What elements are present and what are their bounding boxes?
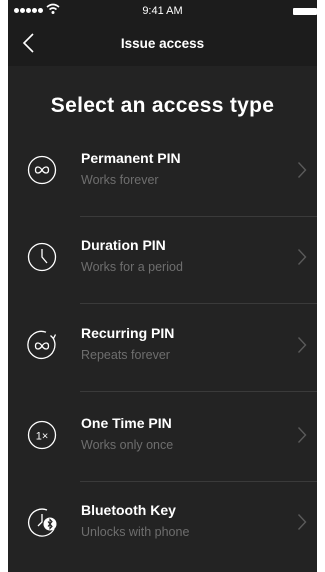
page-title: Select an access type xyxy=(50,94,275,117)
option-one-time-pin[interactable]: 1× One Time PIN Works only once xyxy=(8,395,317,482)
chevron-right-icon xyxy=(297,514,307,530)
chevron-right-icon xyxy=(297,162,307,178)
option-label: Recurring PIN xyxy=(81,325,175,341)
status-time: 9:41 AM xyxy=(142,5,183,17)
navigation-bar: Issue access xyxy=(8,22,317,66)
clock-icon xyxy=(27,242,57,272)
option-duration-pin[interactable]: Duration PIN Works for a period xyxy=(8,217,317,304)
status-bar: 9:41 AM xyxy=(8,0,317,22)
option-permanent-pin[interactable]: Permanent PIN Works forever xyxy=(8,130,317,217)
option-label: Permanent PIN xyxy=(81,150,181,166)
option-subtitle: Works only once xyxy=(81,438,174,452)
access-type-list: Select an access type Permanent PIN Work… xyxy=(8,66,317,572)
bluetooth-clock-icon xyxy=(27,508,57,537)
one-time-icon: 1× xyxy=(27,420,57,450)
option-label: One Time PIN xyxy=(81,415,172,431)
option-subtitle: Works for a period xyxy=(81,260,183,274)
chevron-right-icon xyxy=(297,249,307,265)
nav-title: Issue access xyxy=(120,36,205,51)
divider xyxy=(80,391,317,392)
chevron-right-icon xyxy=(297,427,307,443)
option-subtitle: Repeats forever xyxy=(81,348,170,362)
chevron-right-icon xyxy=(297,337,307,353)
recurring-infinity-icon xyxy=(27,330,57,359)
option-recurring-pin[interactable]: Recurring PIN Repeats forever xyxy=(8,305,317,392)
battery-icon xyxy=(293,8,317,15)
option-bluetooth-key[interactable]: Bluetooth Key Unlocks with phone xyxy=(8,482,317,569)
one-time-icon-text: 1× xyxy=(36,431,49,443)
phone-screen: 9:41 AM Issue access Select an access ty… xyxy=(8,0,317,572)
option-subtitle: Unlocks with phone xyxy=(81,525,190,539)
option-label: Bluetooth Key xyxy=(81,502,176,518)
infinity-icon xyxy=(27,155,57,185)
divider xyxy=(80,303,317,304)
option-label: Duration PIN xyxy=(81,237,166,253)
option-subtitle: Works forever xyxy=(81,173,159,187)
